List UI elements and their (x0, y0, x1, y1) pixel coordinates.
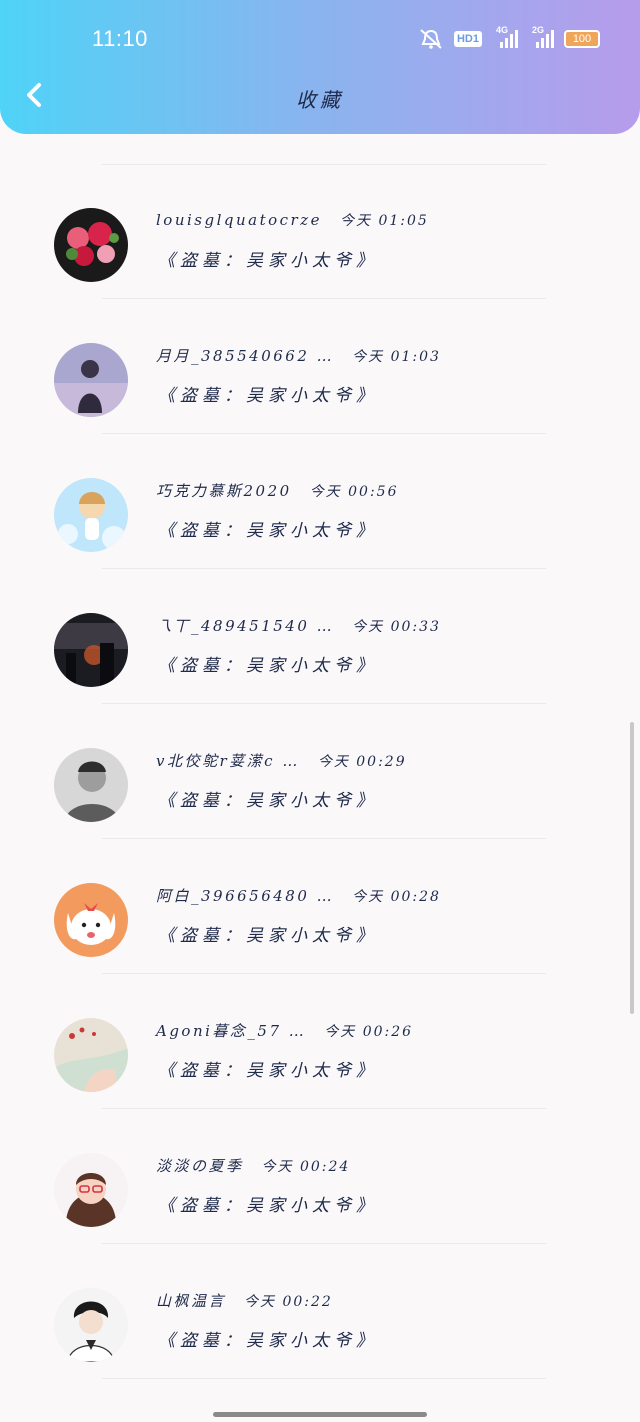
signal-2g-icon: 2G (532, 25, 554, 48)
list-item[interactable]: louisglquatocrze 今天 01:05 《盗墓：吴家小太爷》 (0, 208, 640, 342)
favorite-book-title: 《盗墓：吴家小太爷》 (158, 1331, 378, 1351)
user-name: v北佼鸵r荽潆c … 今天 00:29 (156, 752, 407, 770)
timestamp: 今天 00:26 (324, 1024, 414, 1040)
divider (102, 703, 546, 704)
divider (102, 1108, 546, 1109)
avatar[interactable] (54, 1288, 128, 1362)
scrollbar[interactable] (630, 722, 634, 1014)
avatar[interactable] (54, 883, 128, 957)
timestamp: 今天 01:05 (340, 213, 429, 229)
avatar[interactable] (54, 343, 128, 417)
battery-icon: 100 (564, 30, 600, 48)
avatar[interactable] (54, 478, 128, 552)
avatar-girl-purple-image (54, 343, 128, 417)
favorite-book-title: 《盗墓：吴家小太爷》 (158, 386, 378, 406)
user-name: 山枫温言 今天 00:22 (156, 1292, 333, 1310)
timestamp: 今天 00:28 (352, 889, 441, 905)
list-item[interactable]: 乁丅_489451540 … 今天 00:33 《盗墓：吴家小太爷》 (0, 613, 640, 747)
signal-4g-icon: 4G (496, 25, 518, 48)
hd-badge: HD1 (453, 31, 482, 47)
user-name: 淡淡の夏季 今天 00:24 (156, 1157, 351, 1175)
list-item[interactable]: 淡淡の夏季 今天 00:24 《盗墓：吴家小太爷》 (0, 1153, 640, 1287)
list-item[interactable]: 山枫温言 今天 00:22 《盗墓：吴家小太爷》 (0, 1288, 640, 1422)
user-name: 月月_385540662 … 今天 01:03 (156, 347, 441, 365)
favorite-book-title: 《盗墓：吴家小太爷》 (158, 521, 378, 541)
divider (102, 1378, 546, 1379)
timestamp: 今天 00:33 (352, 619, 441, 635)
timestamp: 今天 00:29 (317, 754, 407, 770)
timestamp: 今天 00:22 (244, 1294, 333, 1310)
favorite-book-title: 《盗墓：吴家小太爷》 (158, 1061, 378, 1081)
list-item[interactable]: 巧克力慕斯2020 今天 00:56 《盗墓：吴家小太爷》 (0, 478, 640, 612)
header: 11:10 HD1 4G 2G 100 收藏 (0, 0, 640, 134)
home-indicator[interactable] (213, 1412, 427, 1417)
user-name: 阿白_396656480 … 今天 00:28 (156, 887, 441, 905)
avatar[interactable] (54, 1018, 128, 1092)
avatar-roses-image (54, 208, 128, 282)
status-icons: HD1 4G 2G 100 (418, 25, 600, 50)
user-name: 乁丅_489451540 … 今天 00:33 (156, 617, 441, 635)
avatar[interactable] (54, 748, 128, 822)
status-time: 11:10 (92, 26, 148, 51)
avatar[interactable] (54, 1153, 128, 1227)
avatar[interactable] (54, 613, 128, 687)
avatar-girl-glasses-image (54, 1153, 128, 1227)
avatar-sunset-silhouette-image (54, 613, 128, 687)
user-name: louisglquatocrze 今天 01:05 (156, 211, 429, 229)
divider (102, 568, 546, 569)
avatar-cartoon-girl-image (54, 478, 128, 552)
favorite-book-title: 《盗墓：吴家小太爷》 (158, 656, 378, 676)
page-title: 收藏 (296, 88, 344, 112)
list-item[interactable]: 阿白_396656480 … 今天 00:28 《盗墓：吴家小太爷》 (0, 883, 640, 1017)
avatar-anime-boy-image (54, 1288, 128, 1362)
favorite-book-title: 《盗墓：吴家小太爷》 (158, 251, 378, 271)
divider (102, 973, 546, 974)
divider (102, 1243, 546, 1244)
user-name: 巧克力慕斯2020 今天 00:56 (156, 482, 399, 500)
favorite-book-title: 《盗墓：吴家小太爷》 (158, 791, 378, 811)
divider (102, 433, 546, 434)
avatar-hand-flowers-image (54, 1018, 128, 1092)
mute-bell-icon (420, 29, 442, 49)
timestamp: 今天 00:24 (261, 1159, 351, 1175)
timestamp: 今天 00:56 (309, 484, 399, 500)
list-item[interactable]: Agoni暮念_57 … 今天 00:26 《盗墓：吴家小太爷》 (0, 1018, 640, 1152)
timestamp: 今天 01:03 (352, 349, 441, 365)
divider (102, 298, 546, 299)
divider (102, 838, 546, 839)
list-item[interactable]: 月月_385540662 … 今天 01:03 《盗墓：吴家小太爷》 (0, 343, 640, 477)
user-name: Agoni暮念_57 … 今天 00:26 (156, 1022, 414, 1040)
favorite-book-title: 《盗墓：吴家小太爷》 (158, 926, 378, 946)
avatar[interactable] (54, 208, 128, 282)
avatar-boy-bw-image (54, 748, 128, 822)
list-item[interactable]: v北佼鸵r荽潆c … 今天 00:29 《盗墓：吴家小太爷》 (0, 748, 640, 882)
avatar-cartoon-dog-image (54, 883, 128, 957)
divider (102, 164, 546, 165)
favorite-book-title: 《盗墓：吴家小太爷》 (158, 1196, 378, 1216)
